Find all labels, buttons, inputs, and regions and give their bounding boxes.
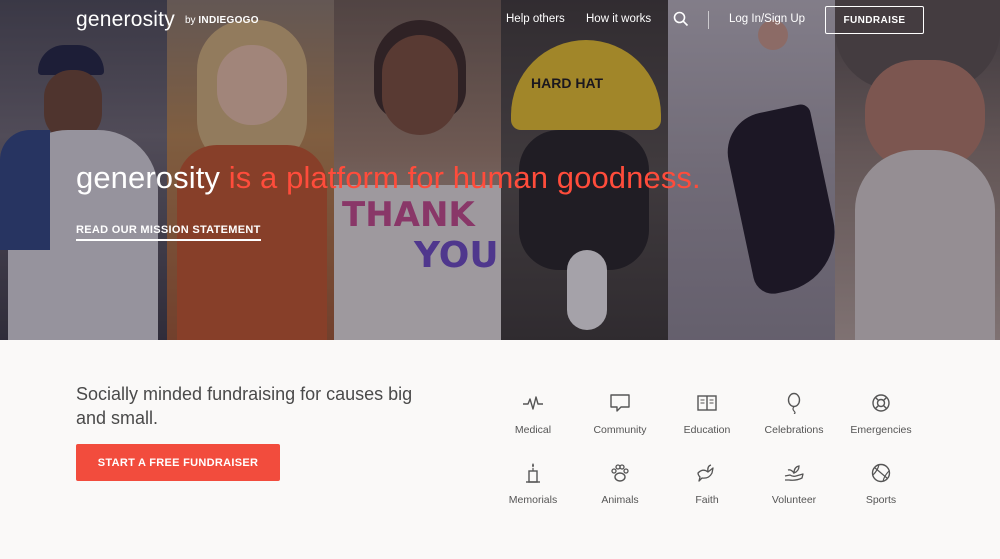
category-sports[interactable]: Sports <box>841 462 921 506</box>
by-indiegogo: by INDIEGOGO <box>185 15 259 26</box>
dove-icon <box>697 464 714 482</box>
headline-brand: generosity <box>76 160 221 195</box>
top-nav: generosity by INDIEGOGO Help others How … <box>0 0 1000 40</box>
balloon-icon <box>787 392 801 414</box>
indiegogo-brand: INDIEGOGO <box>198 15 259 26</box>
category-volunteer[interactable]: Volunteer <box>754 462 834 506</box>
nav-divider <box>708 11 709 29</box>
category-label: Faith <box>695 494 719 506</box>
category-memorials[interactable]: Memorials <box>493 462 573 506</box>
hero-headline: generosity is a platform for human goodn… <box>76 160 701 196</box>
by-prefix: by <box>185 15 196 26</box>
start-fundraiser-button[interactable]: START A FREE FUNDRAISER <box>76 444 280 481</box>
category-label: Education <box>683 424 731 436</box>
category-label: Volunteer <box>771 494 817 506</box>
paw-icon <box>611 464 629 482</box>
category-education[interactable]: Education <box>667 392 747 436</box>
category-label: Celebrations <box>764 424 824 436</box>
book-icon <box>697 395 717 411</box>
hero: THANK YOU HARD HAT generosity by INDIEGO… <box>0 0 1000 340</box>
category-medical[interactable]: Medical <box>493 392 573 436</box>
hands-plant-icon <box>784 465 804 481</box>
category-celebrations[interactable]: Celebrations <box>754 392 834 436</box>
logo[interactable]: generosity <box>76 8 175 32</box>
mission-statement-link[interactable]: READ OUR MISSION STATEMENT <box>76 224 261 241</box>
category-label: Animals <box>601 494 639 506</box>
lower-section: Socially minded fundraising for causes b… <box>0 340 1000 559</box>
ball-icon <box>871 463 891 483</box>
category-emergencies[interactable]: Emergencies <box>841 392 921 436</box>
category-label: Medical <box>514 424 552 436</box>
nav-how-it-works[interactable]: How it works <box>586 13 651 25</box>
category-animals[interactable]: Animals <box>580 462 660 506</box>
category-label: Sports <box>865 494 897 506</box>
category-label: Emergencies <box>850 424 912 436</box>
heartbeat-icon <box>523 396 543 410</box>
tagline: Socially minded fundraising for causes b… <box>76 384 413 428</box>
category-label: Community <box>593 424 647 436</box>
nav-help-others[interactable]: Help others <box>506 13 565 25</box>
category-community[interactable]: Community <box>580 392 660 436</box>
nav-login-signup[interactable]: Log In/Sign Up <box>729 13 805 25</box>
headline-accent: is a platform for human goodness. <box>220 160 701 195</box>
speech-bubble-icon <box>610 394 630 412</box>
search-icon[interactable] <box>673 11 689 27</box>
candle-icon <box>526 463 540 483</box>
category-label: Memorials <box>508 494 558 506</box>
fundraise-button[interactable]: FUNDRAISE <box>825 6 924 34</box>
category-faith[interactable]: Faith <box>667 462 747 506</box>
lifebuoy-icon <box>872 394 890 412</box>
